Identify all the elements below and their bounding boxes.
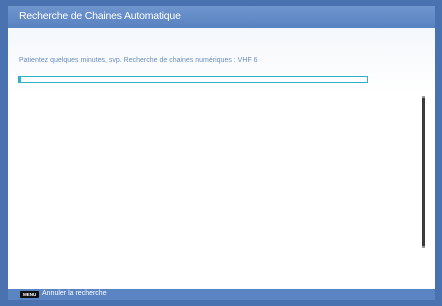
search-progress-fill — [19, 77, 22, 82]
search-screen: Recherche de Chaines Automatique Patient… — [8, 6, 435, 300]
footer-bar: MENU Annuler la recherche — [8, 289, 435, 300]
scrollbar[interactable] — [422, 96, 425, 248]
cancel-search-label[interactable]: Annuler la recherche — [42, 290, 107, 297]
page-title: Recherche de Chaines Automatique — [19, 10, 181, 22]
search-progress-bar — [18, 76, 368, 83]
scrollbar-top-cap — [422, 96, 425, 98]
menu-key-icon[interactable]: MENU — [20, 291, 40, 298]
search-status-text: Patientez quelques minutes, svp. Recherc… — [19, 57, 258, 64]
title-bar: Recherche de Chaines Automatique — [8, 6, 435, 28]
scrollbar-bottom-cap — [422, 246, 425, 248]
content-panel: Patientez quelques minutes, svp. Recherc… — [8, 28, 435, 289]
